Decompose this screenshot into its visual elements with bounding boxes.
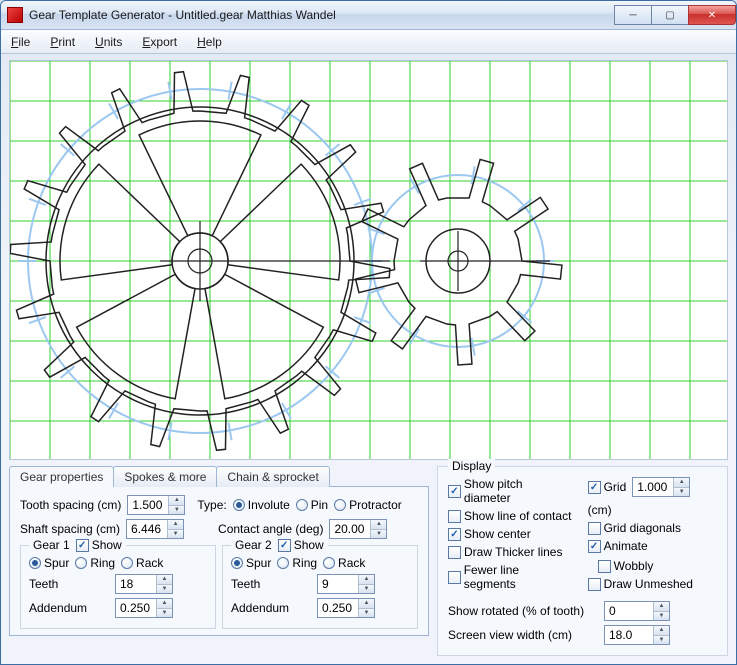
app-window: Gear Template Generator - Untitled.gear … — [0, 0, 737, 665]
type-protractor-radio[interactable]: Protractor — [334, 498, 402, 512]
unmeshed-check[interactable]: Draw Unmeshed — [588, 577, 717, 591]
thicker-lines-check[interactable]: Draw Thicker lines — [448, 545, 572, 559]
app-icon — [7, 7, 23, 23]
view-width-input[interactable]: ▲▼ — [604, 625, 670, 645]
maximize-button[interactable]: ▢ — [651, 5, 689, 25]
gear2-spur-radio[interactable]: Spur — [231, 556, 271, 570]
menu-export[interactable]: Export — [142, 35, 177, 49]
gear2-ring-radio[interactable]: Ring — [277, 556, 317, 570]
gear-properties-panel: Tooth spacing (cm) ▲▼ Type: Involute Pin… — [9, 486, 429, 636]
grid-size-input[interactable]: ▲▼ — [632, 477, 690, 497]
fewer-segments-check[interactable]: Fewer line segments — [448, 563, 572, 591]
minimize-button[interactable]: ─ — [614, 5, 652, 25]
display-panel: Display ✓Show pitch diameter Show line o… — [437, 466, 728, 656]
menu-print[interactable]: Print — [50, 35, 75, 49]
gear2-addendum-input[interactable]: ▲▼ — [317, 598, 375, 618]
tooth-spacing-input[interactable]: ▲▼ — [127, 495, 185, 515]
menubar: File Print Units Export Help — [1, 30, 736, 54]
gear1-spur-radio[interactable]: Spur — [29, 556, 69, 570]
contact-angle-label: Contact angle (deg) — [218, 522, 323, 536]
type-involute-radio[interactable]: Involute — [233, 498, 290, 512]
titlebar: Gear Template Generator - Untitled.gear … — [1, 1, 736, 30]
display-legend: Display — [448, 459, 495, 473]
gear1-show-check[interactable]: ✓Show — [76, 538, 122, 552]
tab-spokes-more[interactable]: Spokes & more — [113, 466, 217, 487]
gear2-teeth-input[interactable]: ▲▼ — [317, 574, 375, 594]
gear2-rack-radio[interactable]: Rack — [323, 556, 365, 570]
type-label: Type: — [197, 498, 226, 512]
canvas-area[interactable] — [9, 60, 728, 460]
view-width-label: Screen view width (cm) — [448, 628, 598, 642]
menu-units[interactable]: Units — [95, 35, 122, 49]
rotated-label: Show rotated (% of tooth) — [448, 604, 598, 618]
close-button[interactable]: ✕ — [688, 5, 736, 25]
shaft-spacing-input[interactable]: ▲▼ — [126, 519, 184, 539]
show-pitch-check[interactable]: ✓Show pitch diameter — [448, 477, 572, 505]
show-contact-check[interactable]: Show line of contact — [448, 509, 572, 523]
gear1-group: Gear 1 ✓Show Spur Ring Rack Teeth ▲▼ Add… — [20, 545, 216, 629]
tooth-spacing-label: Tooth spacing (cm) — [20, 498, 121, 512]
gear2-show-check[interactable]: ✓Show — [278, 538, 324, 552]
grid-diag-check[interactable]: Grid diagonals — [588, 521, 717, 535]
gear-canvas — [10, 61, 728, 460]
gear2-group: Gear 2 ✓Show Spur Ring Rack Teeth ▲▼ Add… — [222, 545, 418, 629]
show-center-check[interactable]: ✓Show center — [448, 527, 572, 541]
gear1-teeth-input[interactable]: ▲▼ — [115, 574, 173, 594]
gear1-addendum-input[interactable]: ▲▼ — [115, 598, 173, 618]
tab-gear-properties[interactable]: Gear properties — [9, 466, 114, 487]
menu-help[interactable]: Help — [197, 35, 222, 49]
grid-check[interactable]: ✓Grid — [588, 480, 627, 494]
gear1-rack-radio[interactable]: Rack — [121, 556, 163, 570]
shaft-spacing-label: Shaft spacing (cm) — [20, 522, 120, 536]
menu-file[interactable]: File — [11, 35, 30, 49]
animate-check[interactable]: ✓Animate — [588, 539, 648, 553]
tab-chain-sprocket[interactable]: Chain & sprocket — [216, 466, 329, 487]
gear1-ring-radio[interactable]: Ring — [75, 556, 115, 570]
rotated-input[interactable]: ▲▼ — [604, 601, 670, 621]
window-title: Gear Template Generator - Untitled.gear … — [29, 8, 336, 22]
contact-angle-input[interactable]: ▲▼ — [329, 519, 387, 539]
wobbly-check[interactable]: Wobbly — [598, 559, 654, 573]
type-pin-radio[interactable]: Pin — [296, 498, 328, 512]
